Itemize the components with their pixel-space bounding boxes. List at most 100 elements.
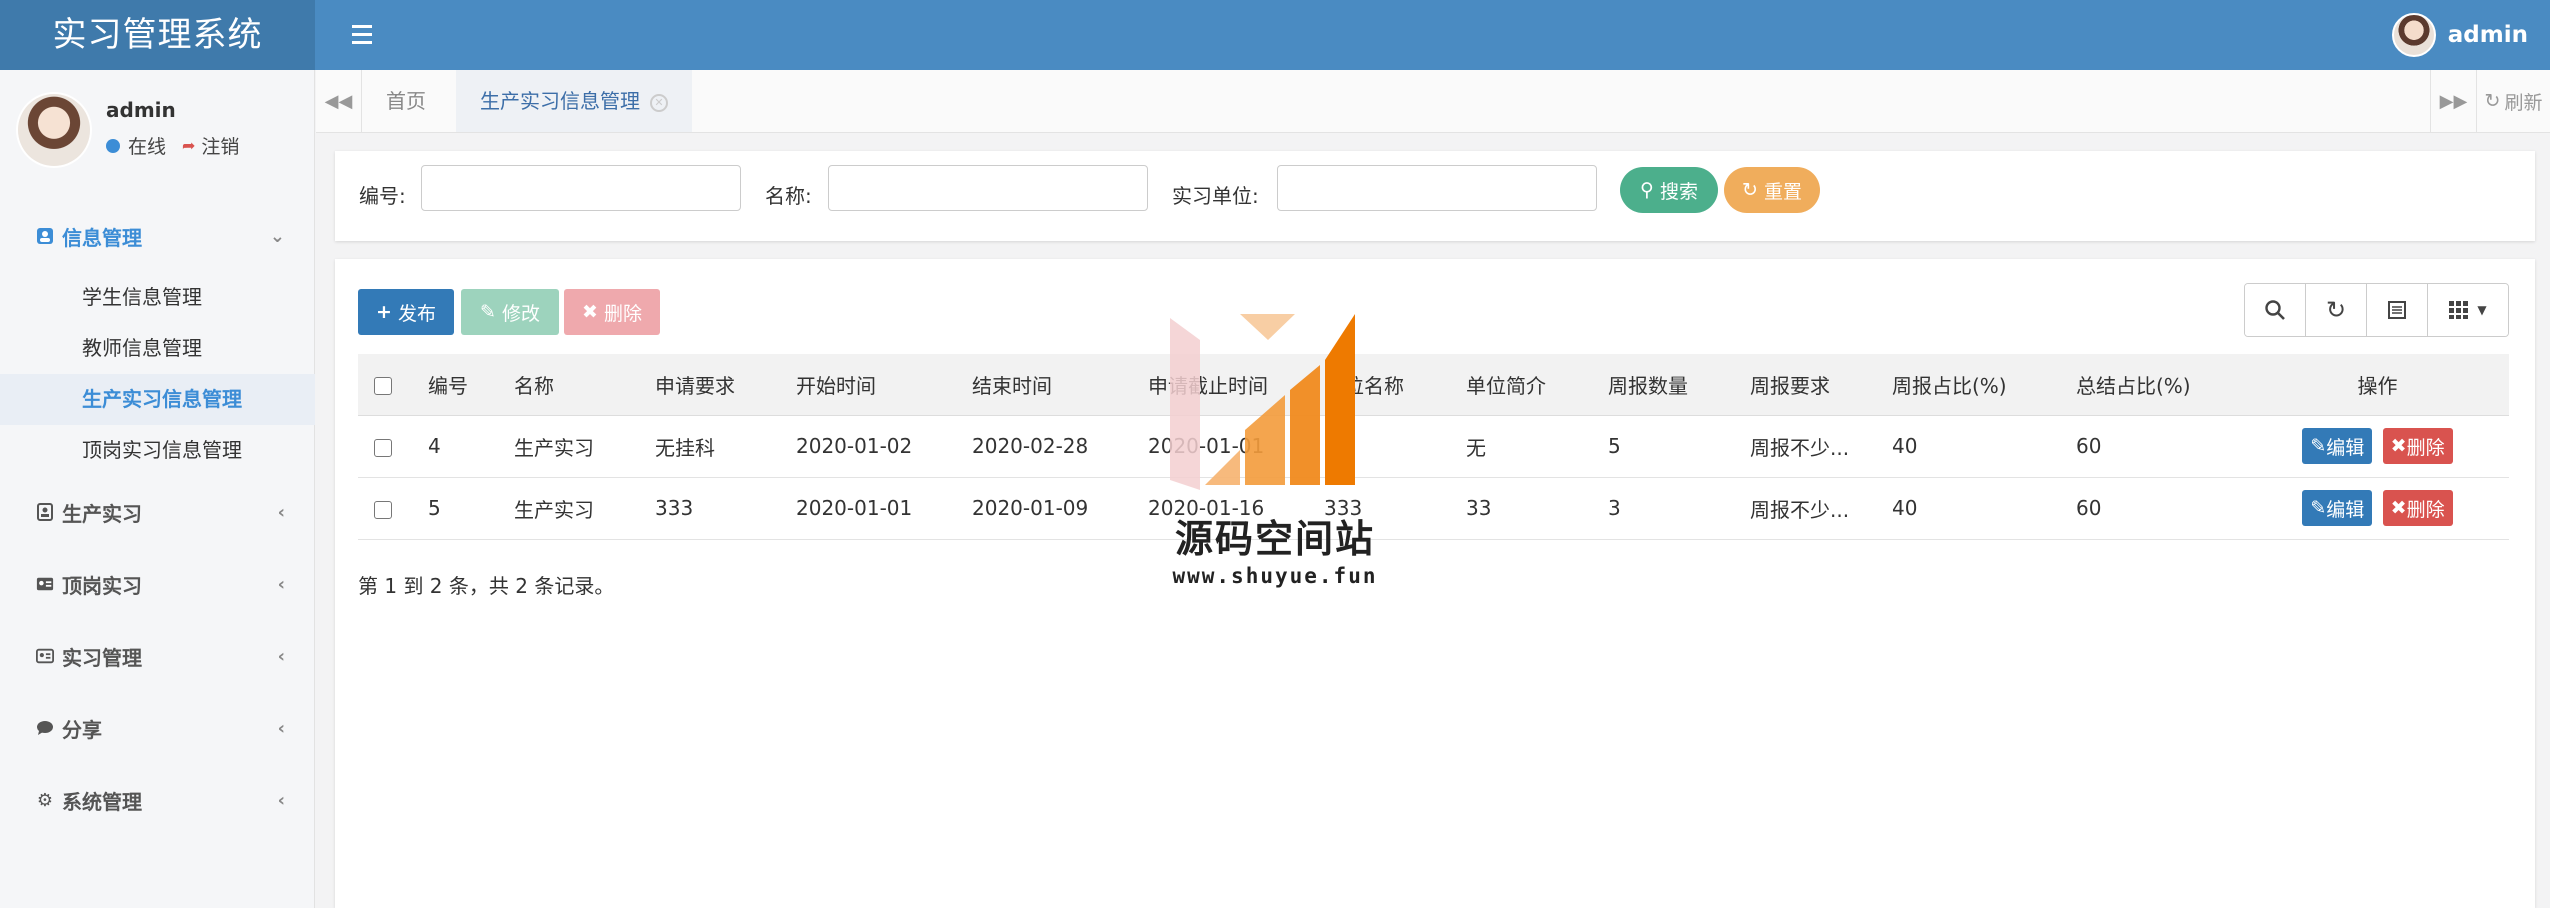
main-panel: + 发布 ✎ 修改 ✖ 删除 ↻ ▼ 编号 名称 申请要求 开始时间 结束时间 … xyxy=(335,259,2535,908)
add-button[interactable]: + 发布 xyxy=(358,289,454,335)
row-delete-button[interactable]: ✖ 删除 xyxy=(2382,490,2453,526)
edit-button-label: 修改 xyxy=(501,302,540,325)
sidebar-section-info[interactable]: 信息管理 ⌄ xyxy=(0,200,315,272)
row-edit-button[interactable]: ✎ 编辑 xyxy=(2302,490,2373,526)
table-refresh-button[interactable]: ↻ xyxy=(2306,284,2367,336)
logout-icon[interactable]: ➦ xyxy=(182,136,195,155)
column-header[interactable]: 申请要求 xyxy=(641,354,782,416)
table-columns-button[interactable]: ▼ xyxy=(2428,284,2508,336)
row-checkbox[interactable] xyxy=(374,438,392,457)
tab-home[interactable]: 首页 xyxy=(362,70,450,132)
table-tools: ↻ ▼ xyxy=(2244,283,2509,337)
chevron-down-icon: ⌄ xyxy=(269,225,285,247)
company-input[interactable] xyxy=(1277,165,1597,211)
sidebar-section-manage[interactable]: 实习管理 ‹ xyxy=(0,620,315,692)
id-card-icon xyxy=(36,503,54,521)
table-cell: 5 xyxy=(414,477,500,540)
refresh-icon: ↻ xyxy=(2325,296,2347,324)
logout-link[interactable]: 注销 xyxy=(201,132,239,159)
vcard-icon xyxy=(36,575,54,593)
watermark: 源码空间站 www.shuyue.fun xyxy=(1160,310,1390,600)
name-input[interactable] xyxy=(828,165,1148,211)
column-header: 操作 xyxy=(2246,354,2509,416)
table-cell: 2020-02-28 xyxy=(958,415,1134,478)
sidebar-item-teacher-info[interactable]: 教师信息管理 xyxy=(0,323,315,374)
top-user-menu[interactable]: admin xyxy=(2391,12,2528,58)
search-button-label: 搜索 xyxy=(1659,180,1698,203)
table-cell: 2020-01-09 xyxy=(958,477,1134,540)
refresh-button[interactable]: ↻ 刷新 xyxy=(2476,70,2550,132)
row-actions: ✎ 编辑 ✖ 删除 xyxy=(2246,477,2509,540)
table-toggle-view-button[interactable] xyxy=(2367,284,2428,336)
row-delete-button[interactable]: ✖ 删除 xyxy=(2382,428,2453,464)
table-cell: 40 xyxy=(1878,415,2062,478)
sidebar-section-label: 分享 xyxy=(62,717,102,742)
column-header[interactable]: 周报数量 xyxy=(1594,354,1736,416)
sidebar: admin 在线 ➦ 注销 信息管理 ⌄ 学生信息管理 教师信息管理 生产实习信… xyxy=(0,70,315,908)
edit-icon: ✎ xyxy=(480,301,496,323)
column-header[interactable]: 编号 xyxy=(414,354,500,416)
row-checkbox[interactable] xyxy=(374,500,392,519)
add-button-label: 发布 xyxy=(397,302,436,325)
refresh-label: 刷新 xyxy=(2504,91,2543,114)
table-cell: 5 xyxy=(1594,415,1736,478)
table-row[interactable]: 5 生产实习 333 2020-01-01 2020-01-09 2020-01… xyxy=(358,477,2509,540)
tab-production-internship[interactable]: 生产实习信息管理 ✕ xyxy=(456,70,692,132)
tab-scroll-right-icon[interactable]: ▶▶ xyxy=(2430,70,2476,132)
close-icon: ✖ xyxy=(2390,435,2407,457)
caret-down-icon: ▼ xyxy=(2477,303,2487,317)
list-icon xyxy=(2388,301,2406,319)
table-cell: 60 xyxy=(2062,415,2246,478)
column-header[interactable]: 单位简介 xyxy=(1452,354,1594,416)
row-edit-button[interactable]: ✎ 编辑 xyxy=(2302,428,2373,464)
sidebar-item-student-info[interactable]: 学生信息管理 xyxy=(0,272,315,323)
column-header[interactable]: 周报占比(%) xyxy=(1878,354,2062,416)
search-icon: ⚲ xyxy=(1640,179,1654,201)
sidebar-section-post[interactable]: 顶岗实习 ‹ xyxy=(0,548,315,620)
user-card-icon xyxy=(36,227,54,245)
sidebar-section-label: 系统管理 xyxy=(62,789,142,814)
column-header[interactable]: 结束时间 xyxy=(958,354,1134,416)
table-cell: 333 xyxy=(641,477,782,540)
tab-bar: ◀◀ 首页 生产实习信息管理 ✕ ▶▶ ↻ 刷新 xyxy=(316,70,2550,133)
address-card-icon xyxy=(36,647,54,665)
table-cell: 无挂科 xyxy=(641,415,782,478)
reset-button[interactable]: ↻ 重置 xyxy=(1724,167,1820,213)
sidebar-item-production-internship-info[interactable]: 生产实习信息管理 xyxy=(0,374,315,425)
close-icon[interactable]: ✕ xyxy=(650,93,668,112)
code-input[interactable] xyxy=(421,165,741,211)
table-search-button[interactable] xyxy=(2245,284,2306,336)
search-panel: 编号: 名称: 实习单位: ⚲ 搜索 ↻ 重置 xyxy=(335,151,2535,241)
tab-label: 生产实习信息管理 xyxy=(480,89,640,113)
row-edit-label: 编辑 xyxy=(2326,436,2365,459)
table-cell: 60 xyxy=(2062,477,2246,540)
table-row[interactable]: 4 生产实习 无挂科 2020-01-02 2020-02-28 2020-01… xyxy=(358,415,2509,478)
app-title: 实习管理系统 xyxy=(0,0,315,70)
chevron-left-icon: ‹ xyxy=(277,645,285,667)
column-header[interactable]: 总结占比(%) xyxy=(2062,354,2246,416)
delete-button[interactable]: ✖ 删除 xyxy=(564,289,660,335)
sidebar-section-share[interactable]: 分享 ‹ xyxy=(0,692,315,764)
table-cell: 33 xyxy=(1452,477,1594,540)
edit-button[interactable]: ✎ 修改 xyxy=(461,289,559,335)
sidebar-section-production[interactable]: 生产实习 ‹ xyxy=(0,476,315,548)
gear-icon: ⚙ xyxy=(36,789,54,811)
sidebar-item-post-internship-info[interactable]: 顶岗实习信息管理 xyxy=(0,425,315,476)
refresh-icon: ↻ xyxy=(2484,90,2501,112)
online-status-icon xyxy=(106,138,120,153)
grid-icon xyxy=(2449,301,2469,319)
watermark-url: www.shuyue.fun xyxy=(1172,564,1378,588)
column-header[interactable]: 周报要求 xyxy=(1736,354,1878,416)
table-cell: 2020-01-01 xyxy=(782,477,958,540)
tab-scroll-left-icon[interactable]: ◀◀ xyxy=(316,70,362,132)
search-button[interactable]: ⚲ 搜索 xyxy=(1620,167,1718,213)
select-all-checkbox[interactable] xyxy=(374,376,392,395)
table-cell: 周报不少... xyxy=(1736,477,1878,540)
menu-toggle-icon[interactable] xyxy=(352,17,382,53)
table-cell: 生产实习 xyxy=(500,477,641,540)
column-header[interactable]: 名称 xyxy=(500,354,641,416)
sidebar-section-system[interactable]: ⚙ 系统管理 ‹ xyxy=(0,764,315,836)
plus-icon: + xyxy=(376,301,392,323)
column-header[interactable]: 开始时间 xyxy=(782,354,958,416)
refresh-icon: ↻ xyxy=(1742,179,1758,201)
